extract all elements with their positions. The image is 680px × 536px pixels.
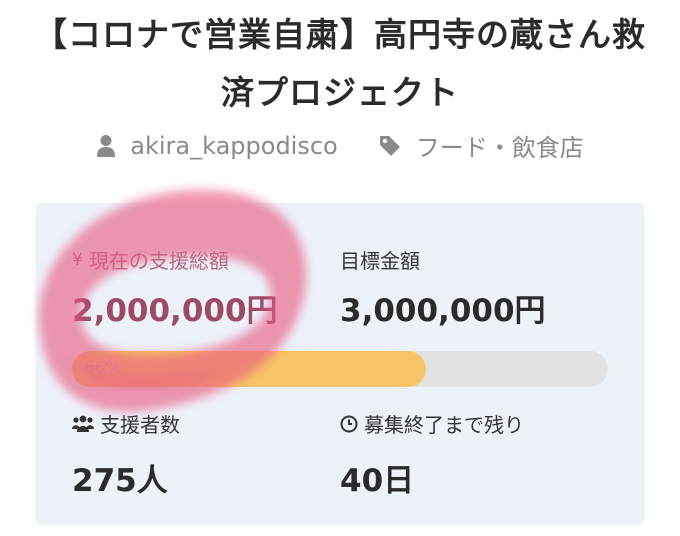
current-total-label: ¥ 現在の支援総額	[72, 245, 229, 274]
project-title-line2: 済プロジェクト	[221, 73, 459, 112]
project-meta: akira_kappodisco フード・飲食店	[0, 128, 680, 163]
current-total-label-text: 現在の支援総額	[88, 249, 229, 273]
goal-label: 目標金額	[340, 249, 420, 273]
clock-icon	[340, 415, 358, 432]
project-title-line1: 【コロナで営業自粛】高円寺の蔵さん救	[34, 15, 646, 54]
category-link[interactable]: フード・飲食店	[378, 128, 584, 163]
remaining-label-text: 募集終了まで残り	[364, 413, 524, 437]
current-total-amount: 2,000,000円	[72, 293, 278, 329]
yen-icon: ¥	[72, 249, 83, 270]
backers-label-text: 支援者数	[100, 413, 180, 437]
tag-icon	[379, 135, 400, 156]
remaining-label: 募集終了まで残り	[340, 409, 524, 438]
progress-fill	[72, 351, 426, 387]
backers-count: 275人	[72, 463, 168, 499]
remaining-value: 40日	[340, 463, 415, 499]
project-title: 【コロナで営業自粛】高円寺の蔵さん救 済プロジェクト	[0, 0, 680, 122]
owner-link[interactable]: akira_kappodisco	[96, 131, 338, 160]
owner-name: akira_kappodisco	[130, 131, 338, 160]
category-name: フード・飲食店	[415, 134, 584, 162]
goal-amount: 3,000,000円	[340, 293, 546, 329]
progress-percent: 66%	[84, 358, 122, 378]
funding-stats-card: ¥ 現在の支援総額 2,000,000円 目標金額 3,000,000円 66%…	[36, 203, 644, 523]
user-icon	[97, 134, 116, 157]
funding-progress-bar: 66%	[72, 351, 608, 387]
backers-label: 支援者数	[72, 409, 180, 438]
users-icon	[72, 415, 94, 432]
